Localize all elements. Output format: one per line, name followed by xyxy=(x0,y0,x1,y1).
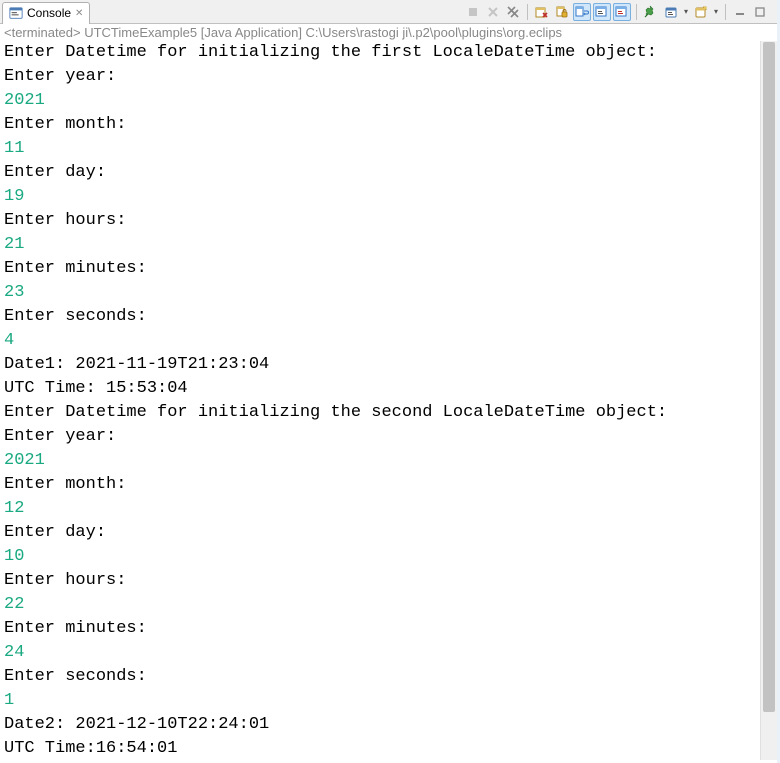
console-line: Enter month: xyxy=(4,473,756,497)
console-line: 22 xyxy=(4,593,756,617)
pin-console-button[interactable] xyxy=(642,3,660,21)
console-line: Enter hours: xyxy=(4,569,756,593)
word-wrap-button[interactable] xyxy=(573,3,591,21)
maximize-view-button[interactable] xyxy=(751,3,769,21)
console-icon xyxy=(9,6,23,20)
console-toolbar: ▾ ▾ xyxy=(464,3,777,21)
scroll-lock-button[interactable] xyxy=(553,3,571,21)
console-line: Enter seconds: xyxy=(4,665,756,689)
console-line: Date1: 2021-11-19T21:23:04 xyxy=(4,353,756,377)
console-view: Enter Datetime for initializing the firs… xyxy=(0,41,777,760)
console-line: 11 xyxy=(4,137,756,161)
tab-bar: Console ✕ xyxy=(0,0,777,24)
clear-console-button[interactable] xyxy=(533,3,551,21)
show-on-stdout-button[interactable] xyxy=(593,3,611,21)
console-line: 24 xyxy=(4,641,756,665)
console-line: Enter Datetime for initializing the firs… xyxy=(4,41,756,65)
console-line: 21 xyxy=(4,233,756,257)
show-on-stderr-button[interactable] xyxy=(613,3,631,21)
console-line: 10 xyxy=(4,545,756,569)
console-line: Enter year: xyxy=(4,65,756,89)
console-line: Enter seconds: xyxy=(4,305,756,329)
console-line: Enter minutes: xyxy=(4,257,756,281)
console-line: 12 xyxy=(4,497,756,521)
console-line: Date2: 2021-12-10T22:24:01 xyxy=(4,713,756,737)
launch-status: <terminated> UTCTimeExample5 [Java Appli… xyxy=(0,24,777,41)
scrollbar-thumb[interactable] xyxy=(763,42,775,712)
console-line: UTC Time: 15:53:04 xyxy=(4,377,756,401)
console-line: Enter Datetime for initializing the seco… xyxy=(4,401,756,425)
console-line: Enter hours: xyxy=(4,209,756,233)
console-output[interactable]: Enter Datetime for initializing the firs… xyxy=(0,41,760,760)
console-tab[interactable]: Console ✕ xyxy=(2,2,90,24)
terminate-button xyxy=(464,3,482,21)
close-icon[interactable]: ✕ xyxy=(75,8,83,19)
console-line: UTC Time:16:54:01 xyxy=(4,737,756,760)
console-line: Enter month: xyxy=(4,113,756,137)
console-line: 1 xyxy=(4,689,756,713)
remove-launch-button xyxy=(484,3,502,21)
console-line: Enter minutes: xyxy=(4,617,756,641)
remove-all-terminated-button[interactable] xyxy=(504,3,522,21)
console-line: Enter year: xyxy=(4,425,756,449)
console-tab-label: Console xyxy=(27,6,71,20)
console-line: 2021 xyxy=(4,89,756,113)
vertical-scrollbar[interactable] xyxy=(760,41,777,760)
console-line: Enter day: xyxy=(4,521,756,545)
display-selected-console-button[interactable] xyxy=(662,3,680,21)
display-selected-console-dropdown[interactable]: ▾ xyxy=(682,7,690,16)
open-console-button[interactable] xyxy=(692,3,710,21)
console-line: 23 xyxy=(4,281,756,305)
console-line: Enter day: xyxy=(4,161,756,185)
console-line: 2021 xyxy=(4,449,756,473)
console-line: 4 xyxy=(4,329,756,353)
minimize-view-button[interactable] xyxy=(731,3,749,21)
open-console-dropdown[interactable]: ▾ xyxy=(712,7,720,16)
console-line: 19 xyxy=(4,185,756,209)
